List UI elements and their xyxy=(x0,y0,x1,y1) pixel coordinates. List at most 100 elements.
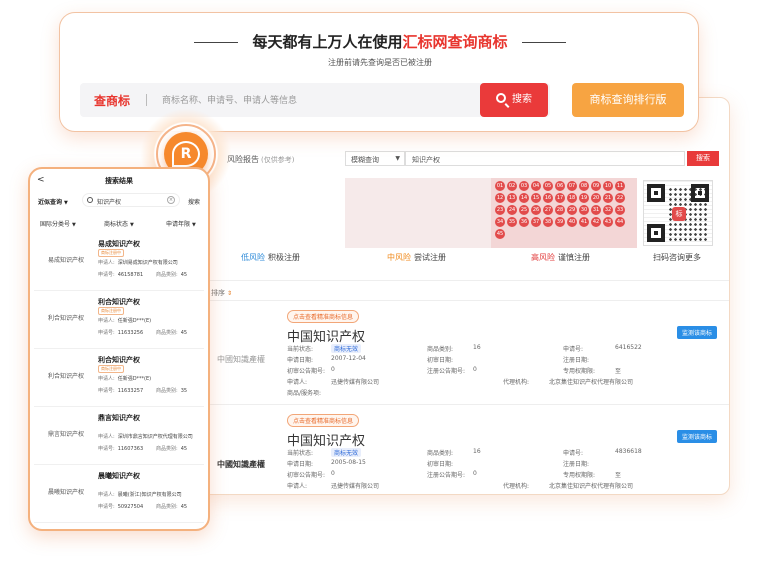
class-number-ball[interactable]: 28 xyxy=(555,205,565,215)
class-number-ball[interactable]: 03 xyxy=(519,181,529,191)
class-number-ball[interactable]: 17 xyxy=(555,193,565,203)
date-label: 申请日期: xyxy=(287,357,314,364)
list-item[interactable]: 利合知识产权 利合知识产权 商标注册中 申请人: 任新强D***(E) 申请号: 11633… xyxy=(34,291,204,349)
item-appno-line: 申请号: 11633256 商品类别: 45 xyxy=(98,329,187,336)
item-tag: 商标注册中 xyxy=(98,365,124,373)
desktop-search-button[interactable]: 搜索 xyxy=(687,151,719,166)
class-number-ball[interactable]: 21 xyxy=(603,193,613,203)
class-number-ball[interactable]: 44 xyxy=(615,217,625,227)
result-card: 中國知識產權 点击查看精准商标信息 中国知识产权 监测该商标 当前状态: 商标无… xyxy=(197,408,729,494)
risk-advice: 谨慎注册 xyxy=(558,253,590,262)
class-number-ball[interactable]: 23 xyxy=(495,205,505,215)
list-item[interactable]: 易成知识产权 易成知识产权 商标注册中 申请人: 深圳易成知识产权有限公司 申请号: 461… xyxy=(34,233,204,291)
appno-label: 申请号: xyxy=(98,388,115,394)
rank-button[interactable]: 商标查询排行版 xyxy=(572,83,684,117)
class-number-ball[interactable]: 30 xyxy=(579,205,589,215)
class-number-ball[interactable]: 36 xyxy=(519,217,529,227)
result-tag[interactable]: 点击查看精准商标信息 xyxy=(287,310,360,323)
class-number-ball[interactable]: 13 xyxy=(507,193,517,203)
applicant-value: 迅捷传媒有限公司 xyxy=(331,483,380,490)
trademark-logo: 鼎言知识产权 xyxy=(47,431,84,438)
list-item[interactable]: 晨曦知识产权 晨曦知识产权 申请人: 晨曦(浙江)知识产权有限公司 申请号: 509275… xyxy=(34,465,204,523)
class-number-ball[interactable]: 07 xyxy=(567,181,577,191)
filter-status[interactable]: 商标状态 ▼ xyxy=(104,219,134,228)
class-number-ball[interactable]: 33 xyxy=(615,205,625,215)
hero-search-button[interactable]: 搜索 xyxy=(480,83,548,117)
class-number-ball[interactable]: 40 xyxy=(567,217,577,227)
class-number-ball[interactable]: 35 xyxy=(507,217,517,227)
class-number-ball[interactable]: 04 xyxy=(531,181,541,191)
status-badge: 商标无效 xyxy=(331,448,362,457)
class-number-ball[interactable]: 24 xyxy=(507,205,517,215)
class-number-ball[interactable]: 12 xyxy=(495,193,505,203)
sort-icon: ⇕ xyxy=(227,290,233,297)
class-number-ball[interactable]: 11 xyxy=(615,181,625,191)
class-number-ball[interactable]: 20 xyxy=(591,193,601,203)
monitor-button[interactable]: 监测该商标 xyxy=(677,326,718,339)
item-name: 鼎言知识产权 xyxy=(98,414,140,422)
trademark-logo: 中國知識產權 xyxy=(217,459,265,469)
class-number-ball[interactable]: 14 xyxy=(519,193,529,203)
search-icon xyxy=(87,197,93,203)
class-number-ball[interactable]: 09 xyxy=(591,181,601,191)
class-number-ball[interactable]: 42 xyxy=(591,217,601,227)
filter-label: 申请年限 xyxy=(166,221,191,228)
class-number-ball[interactable]: 15 xyxy=(531,193,541,203)
list-item[interactable]: 鼎言知识产权 鼎言知识产权 申请人: 深圳市鼎言知识产权代理有限公司 申请号: 11607… xyxy=(34,407,204,465)
class-number-ball[interactable]: 39 xyxy=(555,217,565,227)
result-details: 当前状态: 商标无效 商品类别: 16 申请号: 6416522 申请日期: 2… xyxy=(287,344,727,399)
sort-control[interactable]: 排序 ⇕ xyxy=(211,288,232,298)
class-number-ball[interactable]: 32 xyxy=(603,205,613,215)
fuzzy-query-select[interactable]: 模糊查询 ▼ xyxy=(345,151,405,166)
class-number-ball[interactable]: 43 xyxy=(603,217,613,227)
qr-code: 标 xyxy=(643,180,713,246)
list-item[interactable]: 利合知识产权 利合知识产权 商标注册中 申请人: 任新强D***(E) 申请号: 11633… xyxy=(34,349,204,407)
clear-icon[interactable]: × xyxy=(167,196,175,204)
class-label: 商品类别: xyxy=(427,450,454,457)
result-title[interactable]: 中国知识产权 xyxy=(287,326,365,345)
class-number-ball[interactable]: 37 xyxy=(531,217,541,227)
trademark-logo: 利合知识产权 xyxy=(47,315,84,322)
phone-search-input[interactable]: 知识产权 × xyxy=(82,193,180,207)
class-number-ball[interactable]: 34 xyxy=(495,217,505,227)
monitor-button[interactable]: 监测该商标 xyxy=(677,430,718,443)
phone-search-button[interactable]: 搜索 xyxy=(188,197,200,206)
class-number-ball[interactable]: 02 xyxy=(507,181,517,191)
applicant-label: 申请人: xyxy=(98,376,115,382)
class-number-ball[interactable]: 06 xyxy=(555,181,565,191)
class-number-ball[interactable]: 25 xyxy=(519,205,529,215)
class-number-ball[interactable]: 29 xyxy=(567,205,577,215)
result-tag[interactable]: 点击查看精准商标信息 xyxy=(287,414,360,427)
class-number-ball[interactable]: 19 xyxy=(579,193,589,203)
status-label: 当前状态: xyxy=(287,450,314,457)
divider xyxy=(197,280,729,281)
filter-class[interactable]: 国际分类号 ▼ xyxy=(40,219,76,228)
class-number-ball[interactable]: 26 xyxy=(531,205,541,215)
class-number-ball[interactable]: 38 xyxy=(543,217,553,227)
class-number-ball[interactable]: 01 xyxy=(495,181,505,191)
filter-years[interactable]: 申请年限 ▼ xyxy=(166,219,196,228)
desktop-search-input[interactable]: 知识产权 xyxy=(405,151,685,166)
class-number-ball[interactable]: 18 xyxy=(567,193,577,203)
class-number-ball[interactable]: 16 xyxy=(543,193,553,203)
item-appno-line: 申请号: 50927504 商品类别: 45 xyxy=(98,503,187,510)
result-title[interactable]: 中国知识产权 xyxy=(287,430,365,449)
recent-query-select[interactable]: 近似查询 ▼ xyxy=(38,197,68,206)
class-info: 商品类别: 45 xyxy=(156,271,187,278)
class-value: 16 xyxy=(473,344,481,351)
class-number-ball[interactable]: 05 xyxy=(543,181,553,191)
hero-search-input[interactable]: 商标名称、申请号、申请人等信息 xyxy=(162,93,297,106)
class-number-ball[interactable]: 45 xyxy=(495,229,505,239)
divider xyxy=(197,404,729,405)
class-number-ball[interactable]: 22 xyxy=(615,193,625,203)
class-number-ball[interactable]: 27 xyxy=(543,205,553,215)
class-number-ball[interactable]: 08 xyxy=(579,181,589,191)
appno-value: 11607363 xyxy=(117,446,144,452)
class-number-ball[interactable]: 10 xyxy=(603,181,613,191)
appno-value: 6416522 xyxy=(615,344,642,351)
class-label: 商品类别: xyxy=(156,330,178,336)
class-number-ball[interactable]: 41 xyxy=(579,217,589,227)
desktop-panel: 风险报告 (仅供参考) 模糊查询 ▼ 知识产权 搜索 01 02 03 04 05 06 07 0… xyxy=(196,97,730,495)
class-number-ball[interactable]: 31 xyxy=(591,205,601,215)
appno-label: 申请号: xyxy=(98,446,115,452)
